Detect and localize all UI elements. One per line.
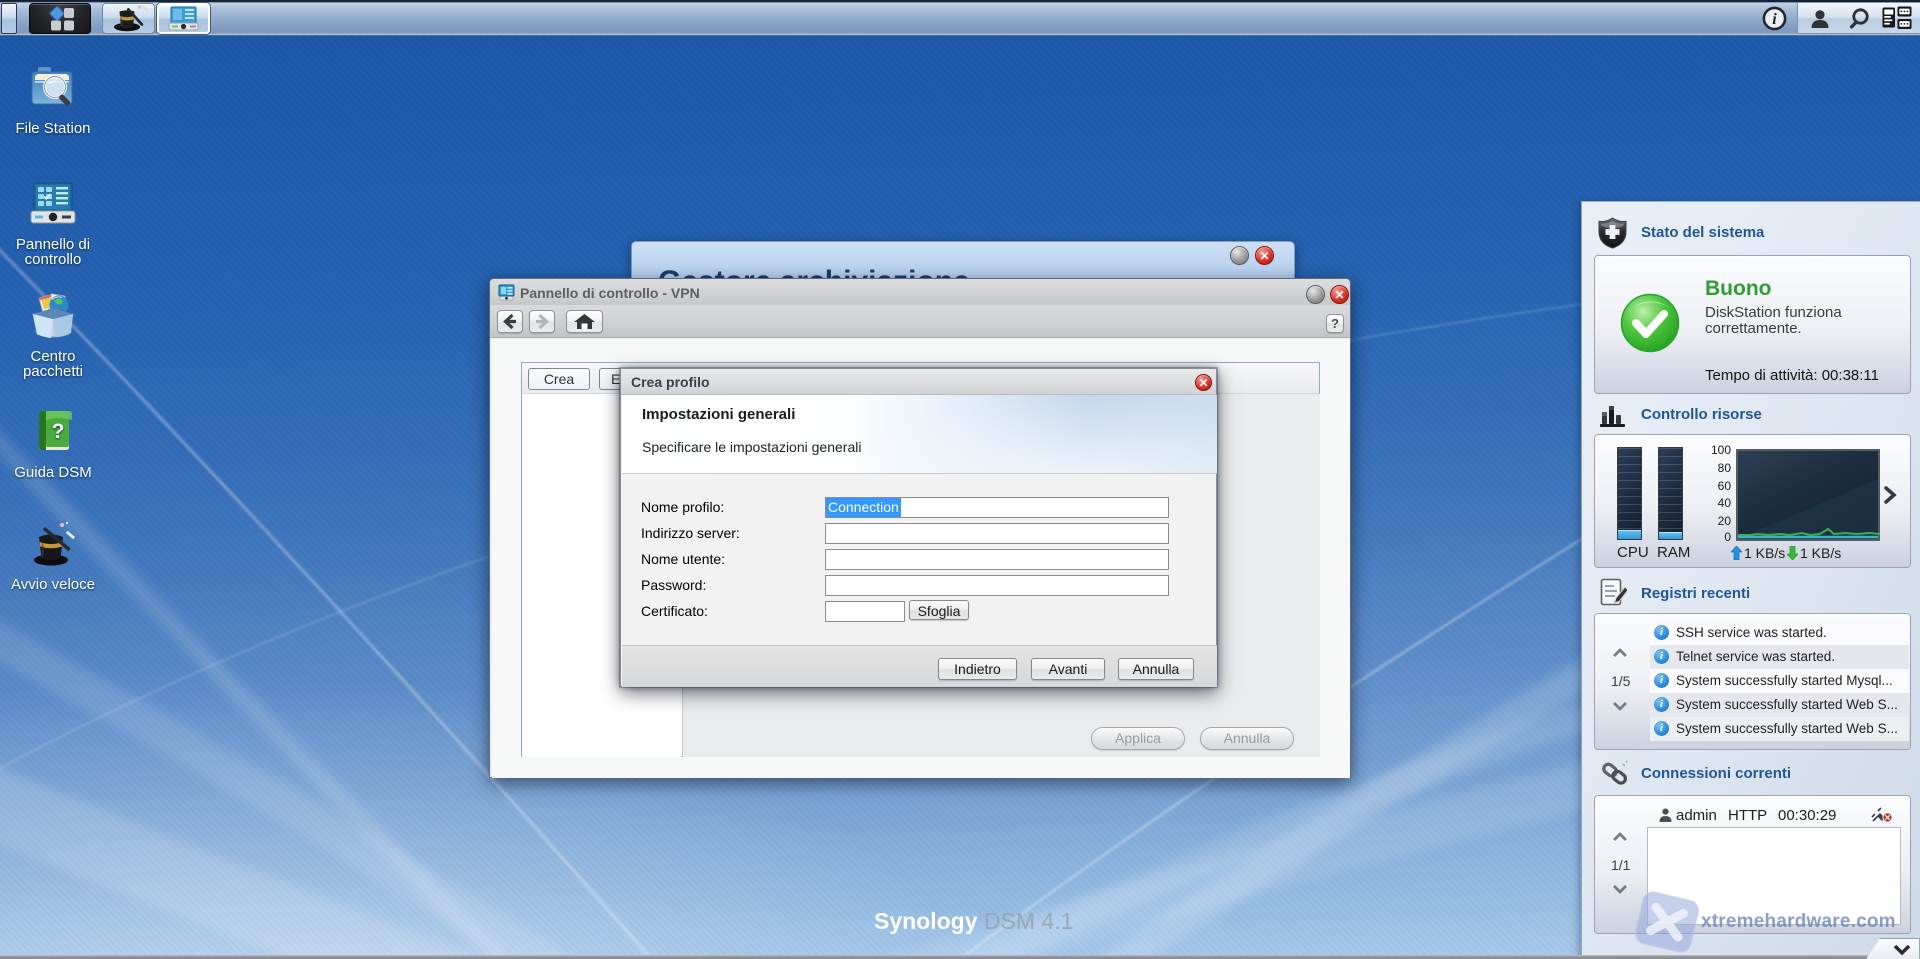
svg-text:?: ? bbox=[52, 420, 65, 443]
svg-text:i: i bbox=[1772, 11, 1777, 28]
